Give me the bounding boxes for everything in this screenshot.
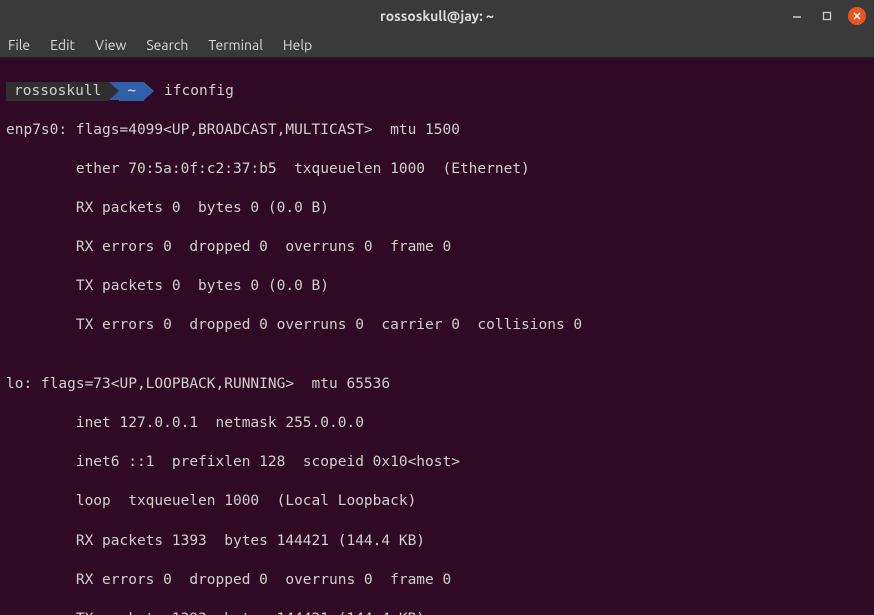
command-text: ifconfig [164, 82, 234, 102]
menu-help[interactable]: Help [283, 37, 312, 53]
terminal-area[interactable]: rossoskull ~ ifconfig enp7s0: flags=4099<U… [0, 58, 874, 615]
window-controls [788, 7, 866, 25]
menu-edit[interactable]: Edit [50, 37, 75, 53]
separator-icon [144, 82, 154, 100]
output-line: RX errors 0 dropped 0 overruns 0 frame 0 [6, 571, 868, 591]
output-line: RX packets 1393 bytes 144421 (144.4 KB) [6, 532, 868, 552]
menu-search[interactable]: Search [146, 37, 188, 53]
output-line: inet6 ::1 prefixlen 128 scopeid 0x10<hos… [6, 453, 868, 473]
prompt-user: rossoskull [14, 82, 101, 102]
output-line: ether 70:5a:0f:c2:37:b5 txqueuelen 1000 … [6, 160, 868, 180]
menu-terminal[interactable]: Terminal [208, 37, 263, 53]
menu-view[interactable]: View [95, 37, 126, 53]
close-button[interactable] [848, 7, 866, 25]
window-title: rossoskull@jay: ~ [0, 8, 874, 24]
output-line: lo: flags=73<UP,LOOPBACK,RUNNING> mtu 65… [6, 375, 868, 395]
output-line: inet 127.0.0.1 netmask 255.0.0.0 [6, 414, 868, 434]
separator-icon [109, 82, 119, 100]
menubar: File Edit View Search Terminal Help [0, 32, 874, 58]
titlebar: rossoskull@jay: ~ [0, 0, 874, 32]
menu-file[interactable]: File [8, 37, 30, 53]
prompt-path: ~ [127, 82, 136, 102]
output-line: TX errors 0 dropped 0 overruns 0 carrier… [6, 316, 868, 336]
output-line: RX packets 0 bytes 0 (0.0 B) [6, 199, 868, 219]
prompt-line-1: rossoskull ~ ifconfig [6, 82, 868, 102]
output-line: RX errors 0 dropped 0 overruns 0 frame 0 [6, 238, 868, 258]
output-line: TX packets 1393 bytes 144421 (144.4 KB) [6, 610, 868, 615]
minimize-button[interactable] [788, 7, 806, 25]
maximize-button[interactable] [818, 7, 836, 25]
output-line: TX packets 0 bytes 0 (0.0 B) [6, 277, 868, 297]
output-line: enp7s0: flags=4099<UP,BROADCAST,MULTICAS… [6, 121, 868, 141]
output-line: loop txqueuelen 1000 (Local Loopback) [6, 492, 868, 512]
